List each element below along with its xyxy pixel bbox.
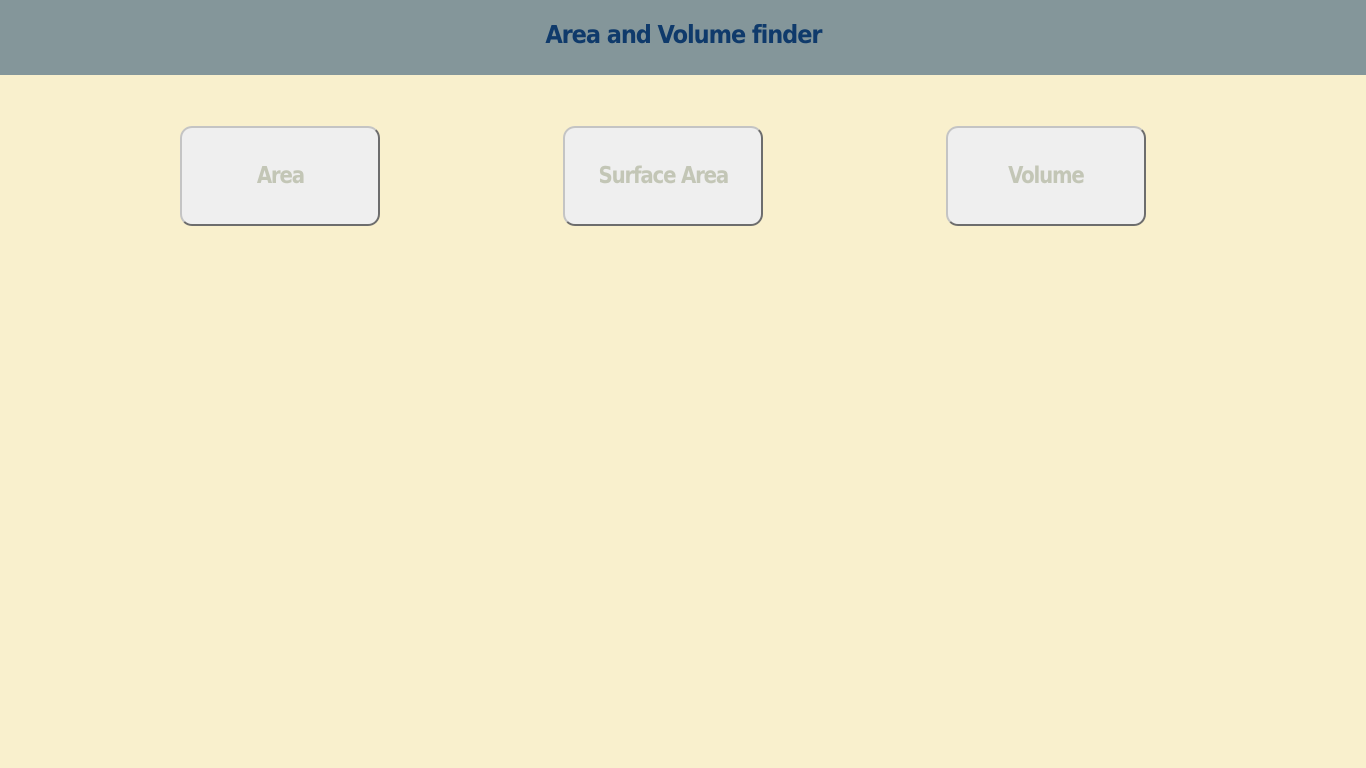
area-button-label: Area <box>256 163 304 189</box>
volume-button[interactable]: Volume <box>946 126 1146 226</box>
page-title: Area and Volume finder <box>544 20 822 49</box>
volume-button-label: Volume <box>1008 163 1085 189</box>
header-bar: Area and Volume finder <box>0 0 1366 75</box>
surface-area-button-label: Surface Area <box>598 163 729 189</box>
surface-area-button[interactable]: Surface Area <box>563 126 763 226</box>
main-content: Area Surface Area Volume <box>0 75 1366 768</box>
area-button[interactable]: Area <box>180 126 380 226</box>
